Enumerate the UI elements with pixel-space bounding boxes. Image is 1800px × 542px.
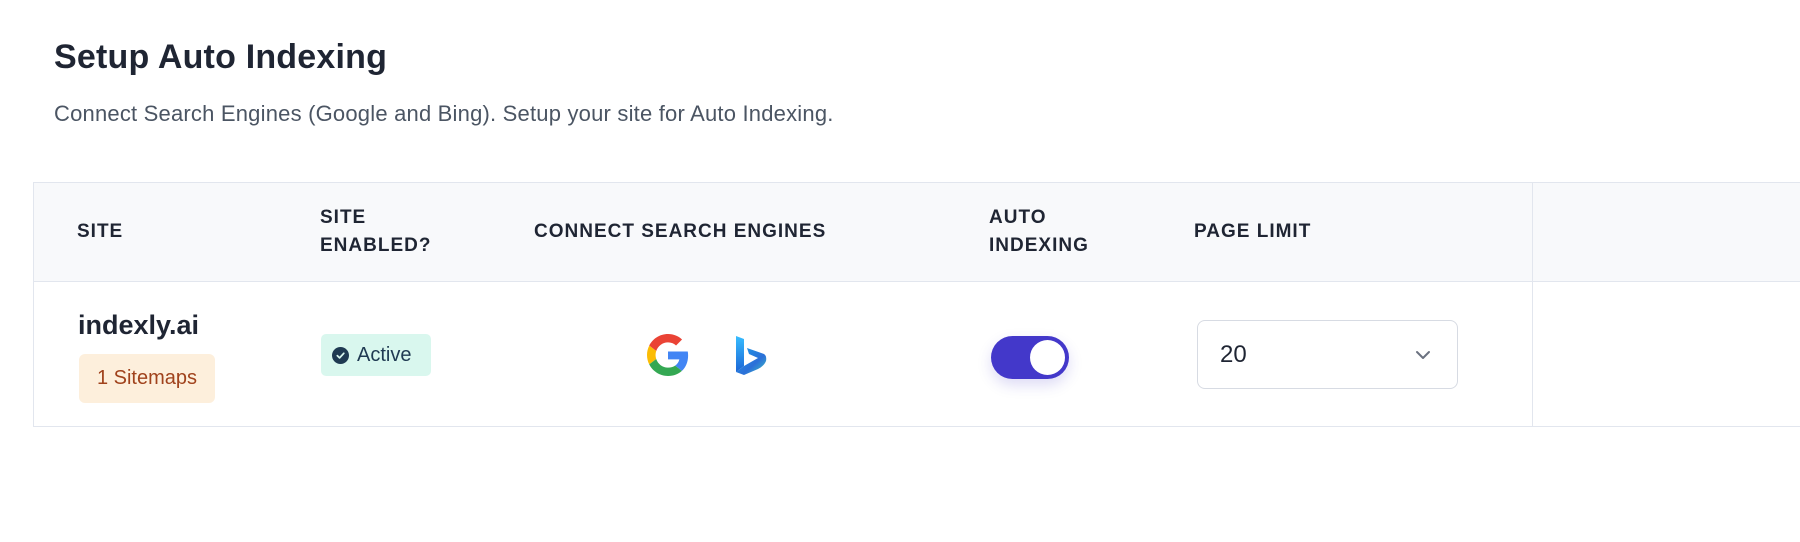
status-badge: Active [321,334,431,376]
check-circle-icon [332,346,349,364]
page-limit-select[interactable]: 20 [1197,320,1458,389]
site-name: indexly.ai [78,310,200,340]
chevron-down-icon [1413,345,1433,365]
page-subtitle: Connect Search Engines (Google and Bing)… [54,101,834,126]
toggle-knob [1030,340,1065,375]
google-icon[interactable] [647,334,689,376]
sitemaps-badge[interactable]: 1 Sitemaps [79,354,215,403]
bing-icon[interactable] [734,334,768,376]
sites-table: SITE SITE ENABLED? CONNECT SEARCH ENGINE… [33,182,1800,427]
page-title: Setup Auto Indexing [54,38,388,76]
column-header-site: SITE [77,221,124,242]
auto-indexing-toggle[interactable] [991,336,1069,379]
column-header-auto-indexing: AUTO INDEXING [989,207,1089,256]
table-header: SITE SITE ENABLED? CONNECT SEARCH ENGINE… [34,183,1800,282]
status-label: Active [357,343,412,366]
column-header-site-enabled: SITE ENABLED? [320,207,432,256]
column-header-connect-search-engines: CONNECT SEARCH ENGINES [534,221,827,242]
column-header-page-limit: PAGE LIMIT [1194,221,1312,242]
column-divider [1532,183,1533,426]
page-limit-value: 20 [1220,341,1247,368]
